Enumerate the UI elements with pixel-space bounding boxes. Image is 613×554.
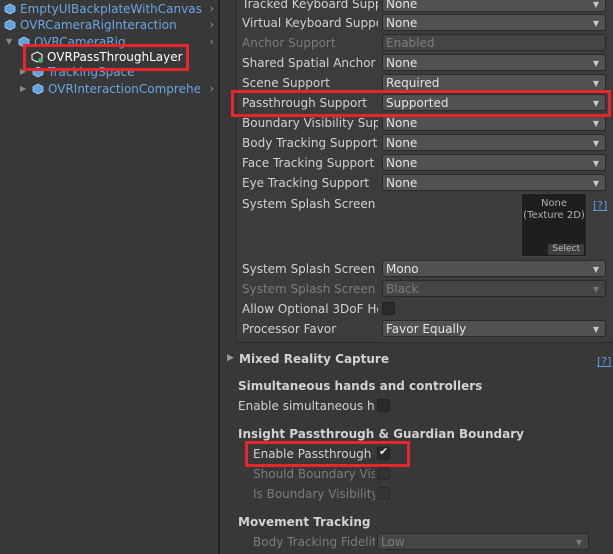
anchor-support-label: Anchor Support — [242, 36, 336, 50]
shared-anchor-label: Shared Spatial Anchor Support — [242, 56, 378, 70]
highlight-box-passthrough-support — [231, 90, 611, 117]
dropdown-caret-icon: ▼ — [575, 538, 582, 547]
gameobject-cube-icon — [32, 83, 44, 95]
dropdown-caret-icon: ▼ — [592, 0, 599, 9]
chevron-right-icon[interactable]: › — [210, 34, 214, 50]
scene-support-dropdown[interactable]: Required ▼ — [382, 74, 606, 91]
body-tracking-dropdown[interactable]: None ▼ — [382, 134, 606, 151]
shared-anchor-dropdown[interactable]: None ▼ — [382, 54, 606, 71]
virtual-keyboard-label: Virtual Keyboard Support — [242, 16, 378, 30]
hierarchy-item[interactable]: OVRCameraRigInteraction › — [0, 17, 218, 33]
face-tracking-dropdown[interactable]: None ▼ — [382, 154, 606, 171]
splash-texture-field[interactable]: None (Texture 2D) Select — [521, 193, 587, 257]
expand-down-icon[interactable]: ▼ — [6, 34, 16, 50]
hierarchy-item-label: OVRInteractionComprehensive — [48, 82, 200, 96]
anchor-support-dropdown: Enabled — [382, 34, 606, 51]
tracked-keyboard-label: Tracked Keyboard Support — [242, 0, 378, 11]
hierarchy-panel: EmptyUIBackplateWithCanvas › OVRCameraRi… — [0, 0, 218, 554]
splash-type-dropdown[interactable]: Mono ▼ — [382, 260, 606, 277]
boundary-suppressed-label: Should Boundary Visibility Be Suppressed — [253, 467, 375, 481]
dropdown-value: Required — [386, 76, 440, 90]
highlight-box-enable-passthrough — [245, 441, 410, 467]
enable-simultaneous-checkbox[interactable] — [377, 399, 390, 412]
chevron-right-icon[interactable]: › — [210, 17, 214, 33]
texture-none-text: None — [540, 198, 568, 209]
expand-right-icon[interactable]: ▶ — [20, 81, 30, 97]
dropdown-caret-icon: ▼ — [592, 119, 599, 128]
allow-3dof-label: Allow Optional 3DoF Head Tracking — [242, 302, 378, 316]
dropdown-caret-icon: ▼ — [592, 79, 599, 88]
highlight-box-hierarchy — [23, 44, 189, 71]
body-fidelity-dropdown: Low ▼ — [377, 533, 589, 550]
eye-tracking-label: Eye Tracking Support — [242, 176, 370, 190]
enable-simultaneous-label: Enable simultaneous hands and controller… — [238, 399, 374, 413]
dropdown-value: None — [386, 156, 418, 170]
dropdown-value: Mono — [386, 262, 419, 276]
dropdown-value: None — [386, 16, 418, 30]
dropdown-value: Enabled — [386, 36, 435, 50]
hierarchy-item-label: OVRCameraRigInteraction — [20, 18, 177, 32]
chevron-right-icon[interactable]: › — [210, 1, 214, 17]
dropdown-value: None — [386, 0, 418, 11]
texture-select-button[interactable]: Select — [548, 244, 584, 255]
dropdown-caret-icon: ▼ — [592, 325, 599, 334]
chevron-right-icon[interactable]: › — [210, 81, 214, 97]
is-boundary-suppressed-checkbox — [377, 487, 390, 500]
mixed-reality-capture-header[interactable]: Mixed Reality Capture — [239, 350, 389, 368]
processor-favor-label: Processor Favor — [242, 322, 337, 336]
splash-bg-label: System Splash Screen Background — [242, 282, 378, 296]
dropdown-caret-icon: ▼ — [592, 179, 599, 188]
hierarchy-item[interactable]: EmptyUIBackplateWithCanvas › — [0, 1, 218, 17]
hierarchy-item-label: EmptyUIBackplateWithCanvas — [20, 2, 202, 16]
boundary-suppressed-checkbox — [377, 467, 390, 480]
mixed-reality-help-link[interactable]: [?] — [597, 355, 611, 368]
dropdown-value: None — [386, 56, 418, 70]
dropdown-value: Black — [386, 282, 419, 296]
face-tracking-label: Face Tracking Support — [242, 156, 375, 170]
dropdown-value: None — [386, 136, 418, 150]
dropdown-value: None — [386, 116, 418, 130]
dropdown-value: None — [386, 176, 418, 190]
dropdown-value: Low — [381, 535, 405, 549]
dropdown-caret-icon: ▼ — [592, 59, 599, 68]
dropdown-caret-icon: ▼ — [592, 159, 599, 168]
dropdown-value: Favor Equally — [386, 322, 467, 336]
dropdown-caret-icon: ▼ — [592, 285, 599, 294]
eye-tracking-dropdown[interactable]: None ▼ — [382, 174, 606, 191]
gameobject-cube-icon — [4, 19, 16, 31]
dropdown-caret-icon: ▼ — [592, 265, 599, 274]
texture-type-text: (Texture 2D) — [523, 210, 585, 221]
processor-favor-dropdown[interactable]: Favor Equally ▼ — [382, 320, 606, 337]
splash-screen-label: System Splash Screen — [242, 197, 376, 211]
body-tracking-label: Body Tracking Support — [242, 136, 378, 150]
gameobject-cube-icon — [4, 3, 16, 15]
tracked-keyboard-dropdown[interactable]: None ▼ — [382, 0, 606, 12]
dropdown-caret-icon: ▼ — [592, 19, 599, 28]
allow-3dof-checkbox[interactable] — [382, 302, 395, 315]
dropdown-caret-icon: ▼ — [592, 139, 599, 148]
simultaneous-section-title: Simultaneous hands and controllers — [238, 379, 483, 393]
splash-help-link[interactable]: [?] — [593, 199, 607, 212]
hierarchy-item[interactable]: ▶ OVRInteractionComprehensive › — [0, 81, 218, 97]
splash-bg-dropdown: Black ▼ — [382, 280, 606, 297]
movement-section-title: Movement Tracking — [238, 515, 371, 529]
virtual-keyboard-dropdown[interactable]: None ▼ — [382, 14, 606, 31]
body-fidelity-label: Body Tracking Fidelity — [253, 535, 375, 549]
splash-type-label: System Splash Screen Type — [242, 262, 378, 276]
is-boundary-suppressed-label: Is Boundary Visibility Suppressed — [253, 487, 375, 501]
foldout-right-icon[interactable]: ▶ — [227, 353, 234, 363]
